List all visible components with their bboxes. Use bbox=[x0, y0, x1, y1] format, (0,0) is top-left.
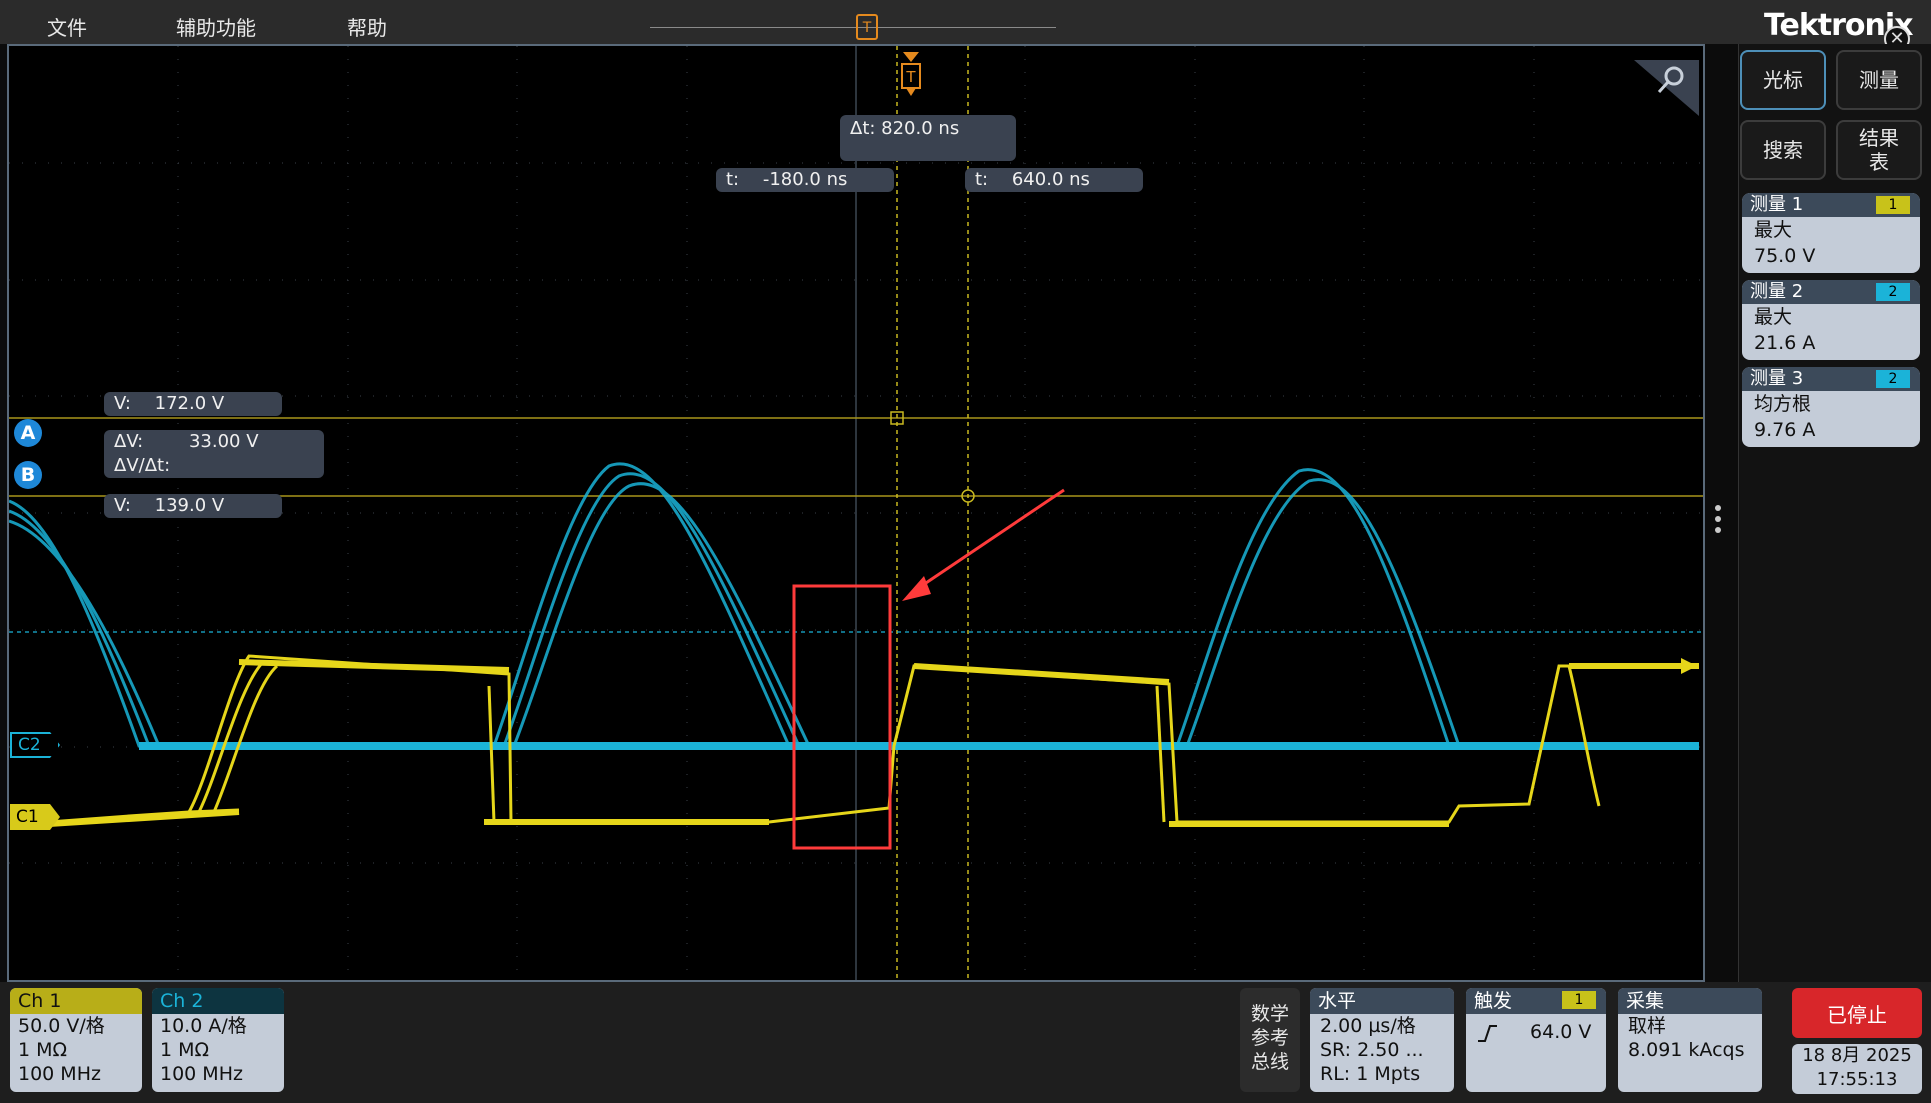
measurement-2-value: 21.6 A bbox=[1754, 332, 1816, 354]
ch2-name: Ch 2 bbox=[152, 988, 284, 1014]
menu-help[interactable]: 帮助 bbox=[347, 12, 387, 41]
measure-button[interactable]: 测量 bbox=[1836, 50, 1922, 110]
horizontal-scale: 2.00 µs/格 bbox=[1320, 1015, 1416, 1037]
right-panel bbox=[1738, 44, 1931, 982]
measurement-3-value: 9.76 A bbox=[1754, 419, 1816, 441]
sample-rate: SR: 2.50 ... bbox=[1320, 1039, 1424, 1061]
horizontal-badge[interactable]: 水平 2.00 µs/格 SR: 2.50 ... RL: 1 Mpts bbox=[1310, 988, 1454, 1092]
delta-v-label: ΔV: bbox=[114, 431, 144, 452]
trigger-position-marker[interactable]: T bbox=[856, 14, 878, 40]
cursor-a-badge[interactable]: A bbox=[14, 419, 42, 447]
delta-v-readout: ΔV: 33.00 V ΔV/Δt: bbox=[104, 430, 324, 478]
horizontal-position-track[interactable] bbox=[650, 27, 1056, 28]
ch2-badge[interactable]: Ch 2 10.0 A/格 1 MΩ 100 MHz bbox=[152, 988, 284, 1092]
measurement-1-value: 75.0 V bbox=[1754, 245, 1816, 267]
measurement-3-type: 均方根 bbox=[1754, 393, 1812, 415]
results-table-button[interactable]: 结果 表 bbox=[1836, 120, 1922, 180]
acquisition-title: 采集 bbox=[1618, 988, 1762, 1014]
delta-t-text: Δt: 820.0 ns bbox=[850, 118, 960, 139]
trigger-title: 触发 bbox=[1474, 990, 1513, 1012]
trigger-badge[interactable]: 触发 1 64.0 V bbox=[1466, 988, 1606, 1092]
cursor-button[interactable]: 光标 bbox=[1740, 50, 1826, 110]
annotation-arrow bbox=[913, 488, 1065, 593]
date-text: 18 8月 2025 bbox=[1802, 1045, 1912, 1066]
math-label: 数学 bbox=[1250, 1003, 1289, 1025]
ch2-bandwidth: 100 MHz bbox=[160, 1063, 243, 1085]
v2-readout: V: 139.0 V bbox=[104, 494, 282, 518]
v2-value: 139.0 V bbox=[154, 495, 225, 516]
ch2-offset-marker[interactable]: C2 bbox=[10, 732, 60, 758]
svg-text:T: T bbox=[905, 68, 916, 86]
menu-file[interactable]: 文件 bbox=[47, 12, 87, 41]
t1-label: t: bbox=[726, 169, 740, 190]
v1-label: V: bbox=[114, 393, 131, 414]
search-button[interactable]: 搜索 bbox=[1740, 120, 1826, 180]
panel-drag-handle[interactable] bbox=[1715, 505, 1721, 539]
horizontal-title: 水平 bbox=[1310, 988, 1454, 1014]
dv-dt-label: ΔV/Δt: bbox=[114, 455, 171, 476]
zoom-corner-icon bbox=[1634, 60, 1699, 116]
trigger-time-arrow bbox=[903, 52, 919, 62]
measurement-3-title: 测量 3 bbox=[1750, 368, 1804, 389]
rising-edge-icon bbox=[1478, 1024, 1497, 1042]
measurement-2-type: 最大 bbox=[1754, 306, 1793, 328]
measurement-3-badge[interactable]: 测量 3 2 均方根 9.76 A bbox=[1742, 367, 1920, 447]
trigger-level: 64.0 V bbox=[1530, 1021, 1592, 1043]
delta-t-readout: Δt: 820.0 ns bbox=[840, 115, 1016, 161]
math-ref-bus-button[interactable]: 数学 参考 总线 bbox=[1240, 988, 1300, 1092]
measurement-2-title: 测量 2 bbox=[1750, 281, 1804, 302]
t2-label: t: bbox=[975, 169, 989, 190]
ch2-impedance: 1 MΩ bbox=[160, 1039, 210, 1061]
v1-readout: V: 172.0 V bbox=[104, 392, 282, 416]
menu-bar bbox=[0, 0, 1931, 44]
ch1-level-indicator bbox=[1681, 658, 1697, 674]
ch1-bandwidth: 100 MHz bbox=[18, 1063, 101, 1085]
cursor-b-badge[interactable]: B bbox=[14, 461, 42, 489]
t1-value: -180.0 ns bbox=[762, 169, 848, 190]
t2-readout: t: 640.0 ns bbox=[965, 168, 1143, 192]
measurement-1-source: 1 bbox=[1876, 196, 1910, 214]
measurement-2-badge[interactable]: 测量 2 2 最大 21.6 A bbox=[1742, 280, 1920, 360]
record-length: RL: 1 Mpts bbox=[1320, 1063, 1421, 1085]
menu-utility[interactable]: 辅助功能 bbox=[176, 12, 256, 41]
v2-label: V: bbox=[114, 495, 131, 516]
date-time-display: 18 8月 2025 17:55:13 bbox=[1792, 1044, 1922, 1094]
ref-label: 参考 bbox=[1250, 1027, 1289, 1049]
bus-label: 总线 bbox=[1250, 1051, 1289, 1073]
time-text: 17:55:13 bbox=[1816, 1069, 1898, 1090]
ch1-badge[interactable]: Ch 1 50.0 V/格 1 MΩ 100 MHz bbox=[10, 988, 142, 1092]
acquisition-badge[interactable]: 采集 取样 8.091 kAcqs bbox=[1618, 988, 1762, 1092]
measurement-1-title: 测量 1 bbox=[1750, 194, 1804, 215]
delta-v-value: 33.00 V bbox=[188, 431, 259, 452]
run-stop-button[interactable]: 已停止 bbox=[1792, 988, 1922, 1038]
ch1-scale: 50.0 V/格 bbox=[18, 1015, 105, 1037]
ch1-offset-marker[interactable]: C1 bbox=[10, 804, 60, 830]
v1-value: 172.0 V bbox=[154, 393, 225, 414]
measurement-2-source: 2 bbox=[1876, 283, 1910, 301]
t2-value: 640.0 ns bbox=[1011, 169, 1090, 190]
ch1-impedance: 1 MΩ bbox=[18, 1039, 68, 1061]
measurement-1-type: 最大 bbox=[1754, 219, 1793, 241]
ch2-scale: 10.0 A/格 bbox=[160, 1015, 247, 1037]
t1-readout: t: -180.0 ns bbox=[716, 168, 894, 192]
measurement-3-source: 2 bbox=[1876, 370, 1910, 388]
acquisition-count: 8.091 kAcqs bbox=[1628, 1039, 1745, 1061]
ch1-waveform bbox=[48, 654, 1699, 824]
trigger-source: 1 bbox=[1562, 991, 1596, 1009]
measurement-1-badge[interactable]: 测量 1 1 最大 75.0 V bbox=[1742, 193, 1920, 273]
ch1-name: Ch 1 bbox=[10, 988, 142, 1014]
acquisition-mode: 取样 bbox=[1628, 1015, 1667, 1037]
